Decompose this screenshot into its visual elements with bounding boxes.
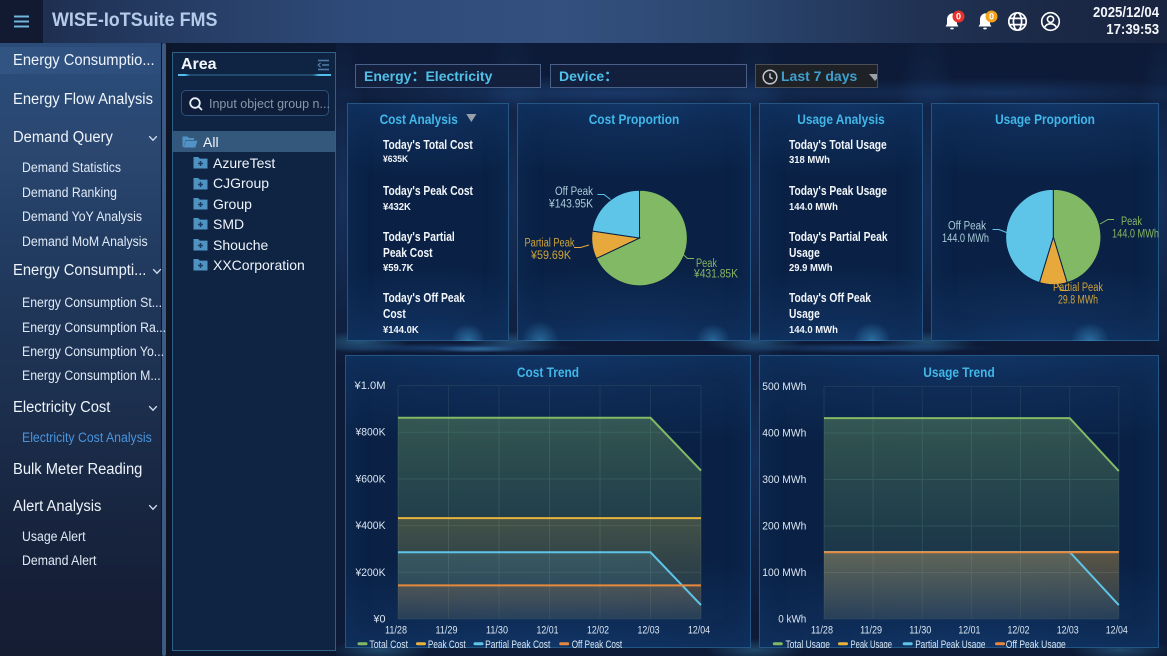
svg-text:200 MWh: 200 MWh (762, 521, 806, 533)
svg-text:29.8 MWh: 29.8 MWh (1058, 295, 1098, 307)
svg-text:Partial Peak Cost: Partial Peak Cost (485, 639, 550, 648)
svg-text:12/02: 12/02 (1008, 625, 1030, 637)
svg-text:Partial Peak Usage: Partial Peak Usage (915, 639, 985, 648)
svg-text:¥1.0M: ¥1.0M (353, 380, 385, 392)
svg-text:Off Peak Cost: Off Peak Cost (572, 639, 623, 648)
svg-text:Off Peak: Off Peak (948, 221, 986, 233)
svg-text:0: 0 (989, 12, 994, 22)
svg-text:¥143.95K: ¥143.95K (548, 199, 593, 211)
svg-text:12/01: 12/01 (958, 625, 980, 637)
svg-text:12/04: 12/04 (1106, 625, 1128, 637)
svg-text:12/03: 12/03 (1057, 625, 1079, 637)
svg-text:¥600K: ¥600K (355, 473, 387, 485)
svg-text:Peak: Peak (1121, 216, 1142, 228)
svg-text:11/28: 11/28 (811, 625, 833, 637)
svg-text:100 MWh: 100 MWh (762, 567, 806, 579)
svg-text:11/29: 11/29 (436, 625, 458, 637)
svg-text:¥431.85K: ¥431.85K (693, 269, 738, 281)
svg-text:12/01: 12/01 (537, 625, 559, 637)
svg-text:500 MWh: 500 MWh (762, 381, 806, 393)
svg-text:300 MWh: 300 MWh (762, 474, 806, 486)
svg-text:12/04: 12/04 (688, 625, 710, 637)
svg-text:11/30: 11/30 (909, 625, 931, 637)
svg-text:¥200K: ¥200K (355, 567, 387, 579)
svg-text:12/02: 12/02 (587, 625, 609, 637)
svg-text:Partial Peak: Partial Peak (525, 238, 575, 250)
svg-text:12/03: 12/03 (638, 625, 660, 637)
svg-text:Off Peak: Off Peak (555, 186, 593, 198)
svg-text:0: 0 (956, 12, 961, 22)
svg-text:11/28: 11/28 (385, 625, 407, 637)
svg-text:Total Usage: Total Usage (786, 639, 830, 648)
svg-text:¥400K: ¥400K (355, 520, 387, 532)
svg-text:Partial Peak: Partial Peak (1053, 282, 1103, 294)
svg-text:0 kWh: 0 kWh (778, 614, 806, 626)
svg-text:Total Cost: Total Cost (369, 639, 408, 648)
svg-text:¥800K: ¥800K (355, 427, 387, 439)
svg-text:¥0: ¥0 (373, 614, 386, 626)
svg-text:11/29: 11/29 (860, 625, 882, 637)
svg-text:400 MWh: 400 MWh (762, 428, 806, 440)
svg-text:Off Peak Usage: Off Peak Usage (1006, 639, 1066, 648)
svg-text:144.0 MWh: 144.0 MWh (942, 233, 989, 245)
svg-text:11/30: 11/30 (486, 625, 508, 637)
svg-text:144.0 MWh: 144.0 MWh (1112, 229, 1159, 241)
svg-text:Peak Usage: Peak Usage (851, 639, 893, 648)
svg-text:Peak Cost: Peak Cost (428, 639, 466, 648)
svg-text:¥59.69K: ¥59.69K (530, 250, 571, 262)
